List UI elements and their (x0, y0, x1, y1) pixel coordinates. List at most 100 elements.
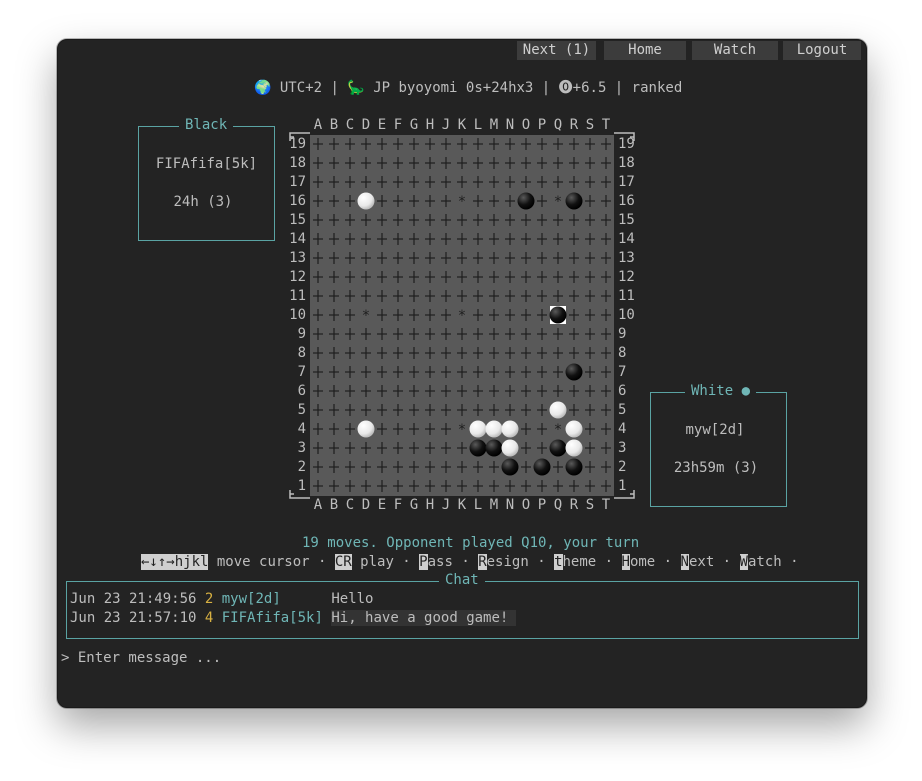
column-label: D (361, 497, 371, 513)
column-label: S (585, 497, 595, 513)
row-label: 1 (618, 478, 627, 494)
black-stone (501, 458, 519, 476)
key-home: H (621, 554, 630, 570)
row-label: 3 (618, 440, 627, 456)
black-stone (565, 192, 583, 210)
column-label: N (505, 117, 515, 133)
row-label: 2 (297, 459, 306, 475)
row-label: 10 (618, 307, 635, 323)
column-label: L (473, 117, 483, 133)
black-player-panel: Black FIFAfifa[5k] 24h (3) (138, 116, 275, 241)
input-prompt: > (61, 650, 78, 666)
column-label: H (425, 117, 435, 133)
white-stone (469, 420, 487, 438)
input-placeholder: Enter message ... (77, 650, 222, 666)
hoshi-point: * (458, 422, 466, 438)
row-label: 15 (289, 212, 306, 228)
board-grid[interactable]: * * * * * * (310, 135, 614, 496)
row-label: 4 (297, 421, 306, 437)
column-label: S (585, 117, 595, 133)
column-label: M (489, 497, 499, 513)
row-label: 12 (289, 269, 306, 285)
row-label: 9 (618, 326, 627, 342)
row-label: 8 (618, 345, 627, 361)
black-stone (549, 306, 567, 324)
row-label: 13 (289, 250, 306, 266)
chat-title: Chat (439, 571, 485, 590)
komi: +6.5 (572, 80, 607, 96)
column-label: P (537, 497, 547, 513)
row-label: 11 (289, 288, 306, 304)
black-stone (485, 439, 503, 457)
column-label: L (473, 497, 483, 513)
column-label: B (329, 497, 339, 513)
globe-icon: 🌍 (254, 80, 272, 96)
key-theme: t (554, 554, 563, 570)
timezone: UTC+2 (279, 80, 323, 96)
chat-user: FIFAfifa[5k] (221, 610, 323, 626)
column-label: B (329, 117, 339, 133)
keyboard-help: ←↓↑→hjkl move cursor · CR play · Pass · … (141, 554, 799, 570)
white-stone (501, 439, 519, 457)
komi-icon: ⓿ (558, 80, 573, 96)
chat-text: Hello (331, 591, 374, 607)
key-arrows: ←↓↑→hjkl (141, 554, 209, 570)
row-label: 16 (289, 193, 306, 209)
logout-button[interactable]: Logout (783, 41, 861, 60)
row-label: 4 (618, 421, 627, 437)
black-stone (565, 458, 583, 476)
column-label: Q (553, 497, 563, 513)
key-next: N (680, 554, 689, 570)
row-label: 17 (618, 174, 635, 190)
hoshi-point: * (554, 422, 562, 438)
column-label: A (313, 497, 323, 513)
black-stone (565, 363, 583, 381)
column-label: O (521, 497, 531, 513)
row-label: 18 (289, 155, 306, 171)
turtle-icon: 🦕 (347, 80, 365, 96)
home-button[interactable]: Home (604, 41, 686, 60)
chat-user: myw[2d] (221, 591, 323, 607)
column-label: T (601, 497, 611, 513)
game-info-line: 🌍 UTC+2 | 🦕 JP byoyomi 0s+24hx3 | ⓿+6.5 … (254, 80, 683, 96)
chat-box: Chat Jun 23 21:49:56 2 myw[2d] Hello Jun… (66, 571, 859, 639)
hoshi-point: * (362, 308, 370, 324)
watch-button[interactable]: Watch (692, 41, 778, 60)
go-board[interactable]: * * * * * * (310, 135, 614, 496)
row-label: 19 (618, 136, 635, 152)
column-label: H (425, 497, 435, 513)
white-player-time: 23h59m (3) (673, 460, 759, 476)
game-status: 19 moves. Opponent played Q10, your turn (302, 535, 640, 551)
column-label: J (441, 117, 451, 133)
column-label: E (377, 497, 387, 513)
white-panel-title: White ● (685, 382, 757, 401)
column-label: T (601, 117, 611, 133)
column-label: G (409, 497, 419, 513)
row-label: 16 (618, 193, 635, 209)
chat-message: Jun 23 21:57:10 4 FIFAfifa[5k] Hi, have … (70, 609, 517, 628)
row-label: 7 (297, 364, 306, 380)
next-button[interactable]: Next (1) (517, 41, 596, 60)
row-label: 5 (297, 402, 306, 418)
ranked-label: ranked (631, 80, 683, 96)
row-label: 1 (297, 478, 306, 494)
column-label: R (569, 117, 579, 133)
black-stone (549, 439, 567, 457)
row-label: 2 (618, 459, 627, 475)
row-label: 14 (289, 231, 306, 247)
white-stone (357, 192, 375, 210)
column-label: O (521, 117, 531, 133)
black-panel-title: Black (179, 116, 234, 135)
message-input[interactable]: > Enter message ... (61, 649, 221, 668)
black-player-time: 24h (3) (173, 194, 233, 210)
black-stone (469, 439, 487, 457)
black-player-name: FIFAfifa[5k] (155, 156, 258, 172)
row-label: 10 (289, 307, 306, 323)
column-label: N (505, 497, 515, 513)
hoshi-point: * (554, 194, 562, 210)
row-label: 14 (618, 231, 635, 247)
row-label: 13 (618, 250, 635, 266)
row-label: 7 (618, 364, 627, 380)
row-label: 12 (618, 269, 635, 285)
row-label: 9 (297, 326, 306, 342)
